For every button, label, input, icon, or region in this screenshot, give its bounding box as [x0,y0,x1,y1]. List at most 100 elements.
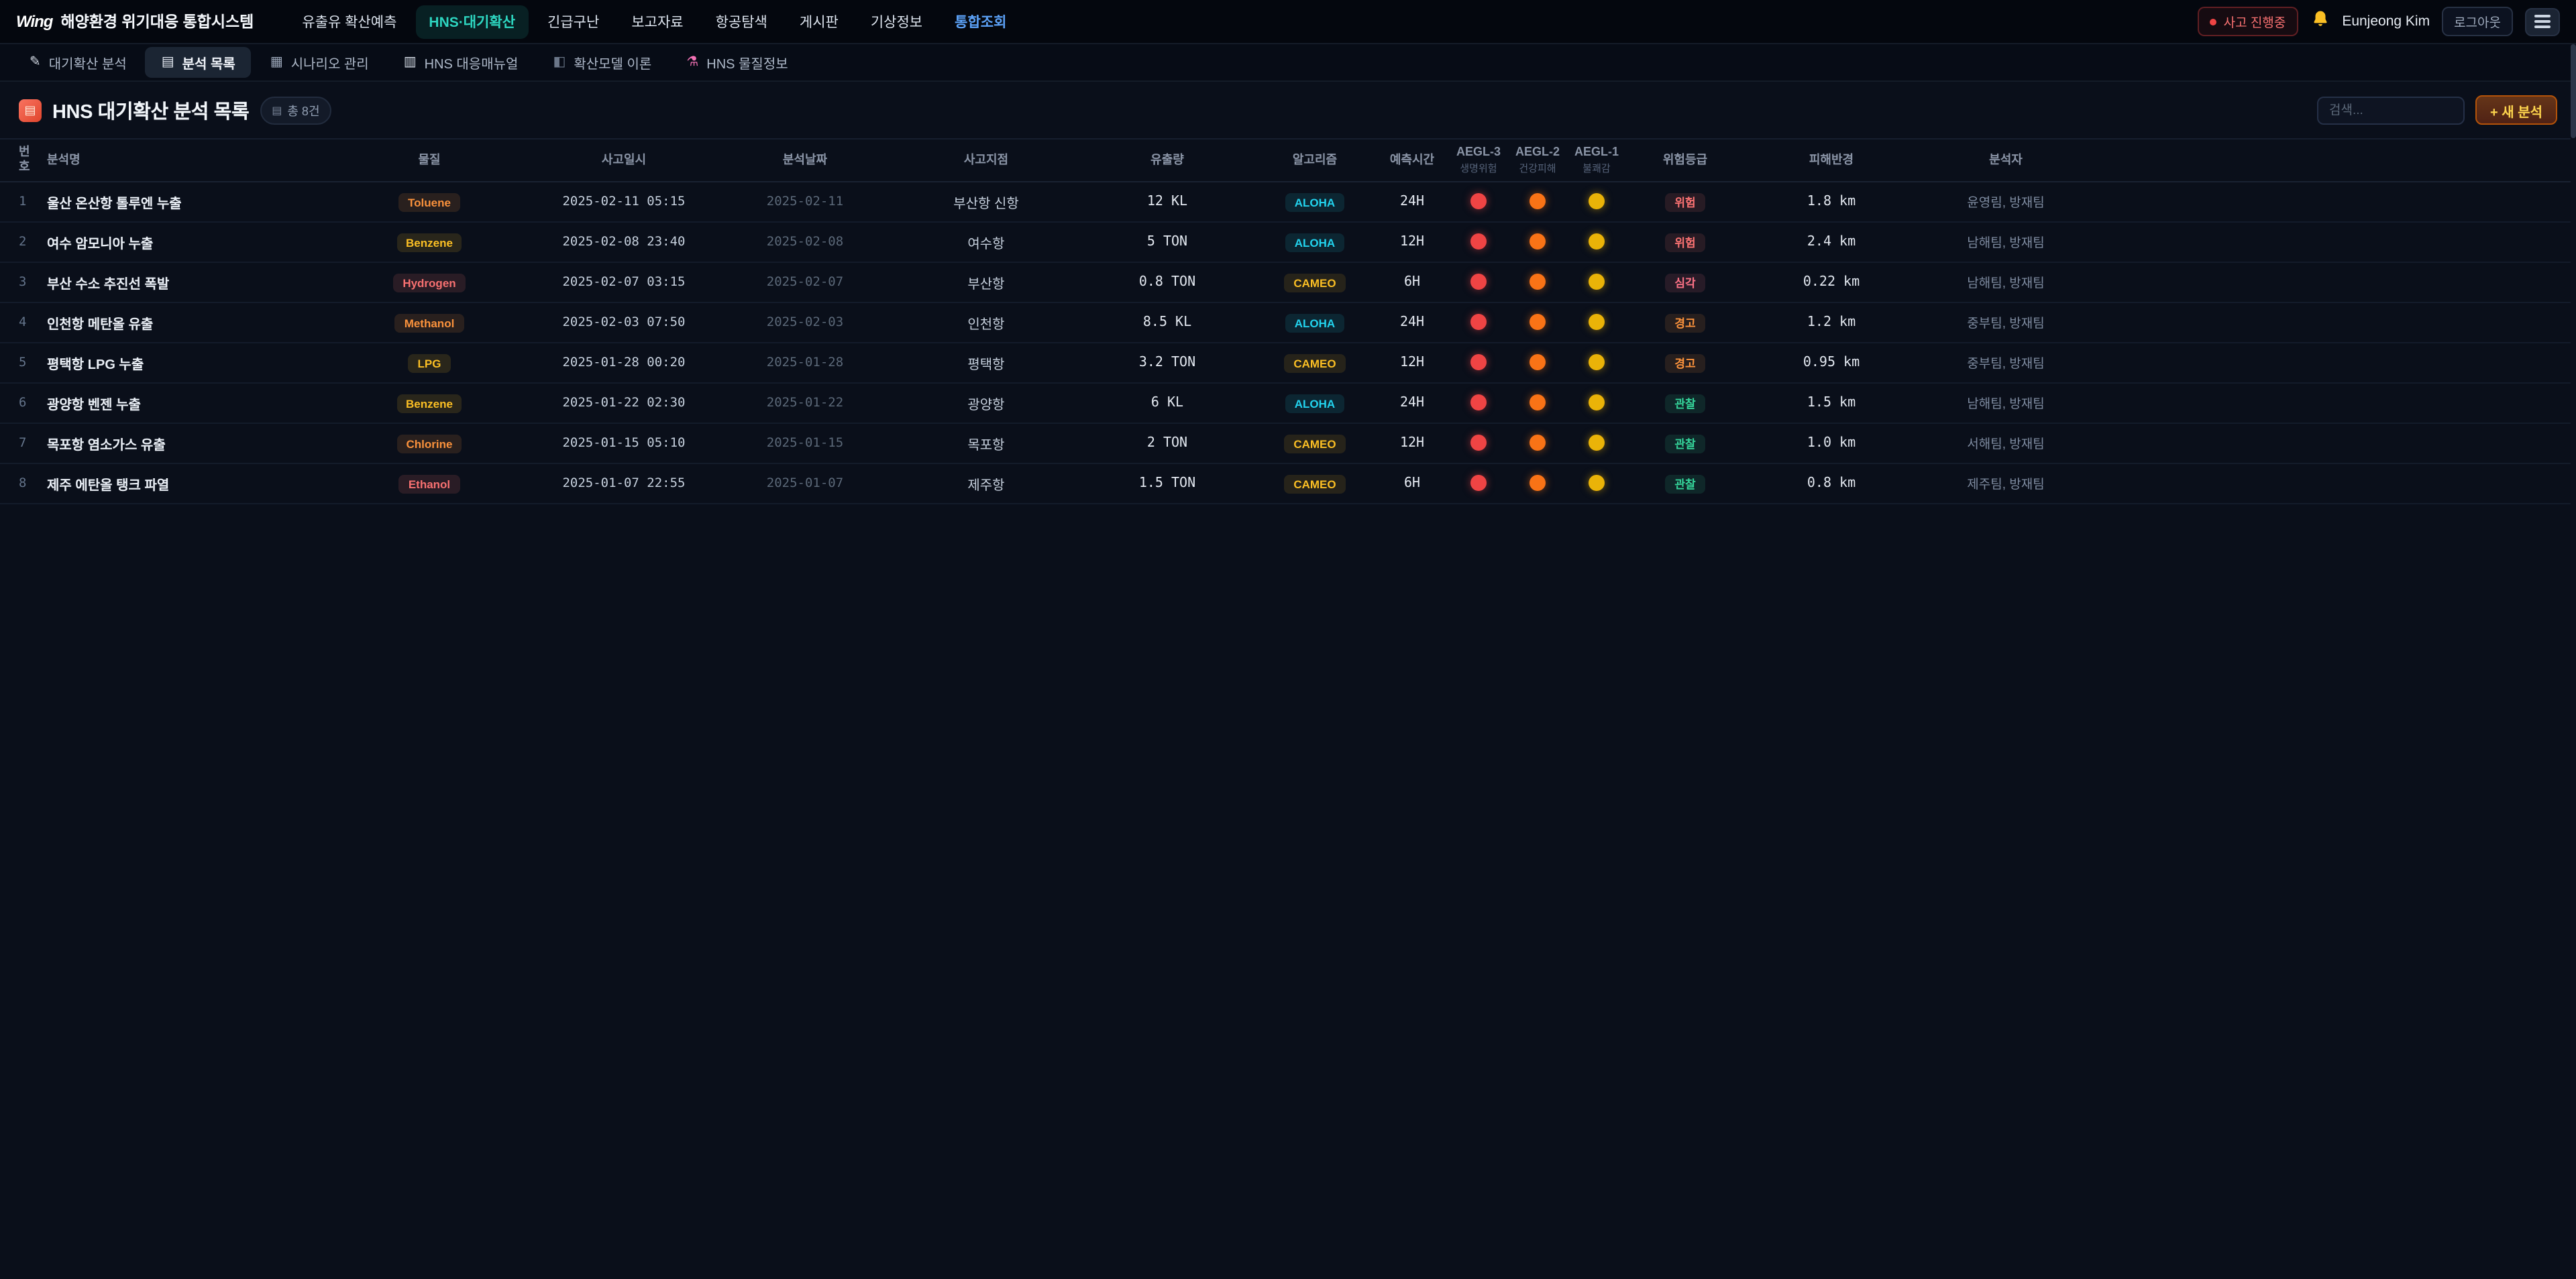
aegl3-indicator-dot [1470,354,1487,370]
page-header-actions: + 새 분석 [2317,95,2557,125]
tab[interactable]: ▤분석 목록 [146,47,252,78]
algorithm-cell: CAMEO [1254,270,1375,294]
algorithm-cell: CAMEO [1254,350,1375,374]
table-row[interactable]: 4인천항 메탄올 유출Methanol2025-02-03 07:502025-… [0,302,2576,343]
nav-item[interactable]: 유출유 확산예측 [288,5,410,38]
aegl3-indicator-dot [1470,193,1487,209]
substance-cell: Ethanol [329,471,530,495]
risk-grade-badge: 관찰 [1665,394,1705,413]
hamburger-menu-button[interactable] [2525,7,2560,36]
amount-cell: 0.8 TON [1080,274,1254,289]
radius-cell: 1.0 km [1744,435,1919,450]
amount-cell: 2 TON [1080,435,1254,450]
risk-grade-badge: 경고 [1665,314,1705,333]
analyst-cell: 윤영림, 방재팀 [1919,192,2093,211]
table-row[interactable]: 1울산 온산항 톨루엔 누출Toluene2025-02-11 05:15202… [0,182,2576,222]
column-label: 번호 [19,145,30,174]
aegl3-cell [1449,431,1508,455]
tab[interactable]: ◧확산모델 이론 [537,47,667,78]
tab[interactable]: ⚗HNS 물질정보 [670,47,804,78]
nav-item[interactable]: 기상정보 [857,5,936,38]
column-label: 분석명 [47,152,80,166]
analyst-cell: 남해팀, 방재팀 [1919,393,2093,412]
analysis-name-cell: 광양항 벤젠 누출 [40,392,329,412]
duration-cell: 12H [1375,355,1449,370]
analysis-date-cell: 2025-01-28 [718,355,892,370]
tab[interactable]: ✎대기확산 분석 [13,47,143,78]
column-header: 분석자 [1919,147,2093,173]
bell-icon [2310,9,2330,34]
scrollbar[interactable] [2571,44,2576,1279]
notification-bell-button[interactable] [2310,9,2330,34]
table-row[interactable]: 3부산 수소 추진선 폭발Hydrogen2025-02-07 03:15202… [0,262,2576,302]
algorithm-badge: ALOHA [1285,394,1344,413]
logout-button[interactable]: 로그아웃 [2442,7,2513,36]
column-label: AEGL-1 [1574,146,1619,159]
nav-item[interactable]: 게시판 [786,5,852,38]
table-row[interactable]: 2여수 암모니아 누출Benzene2025-02-08 23:402025-0… [0,222,2576,262]
clipboard-icon: ▤ [19,99,42,121]
tab[interactable]: ▥HNS 대응매뉴얼 [388,47,535,78]
duration-cell: 12H [1375,234,1449,249]
nav-item[interactable]: 통합조회 [941,5,1020,38]
incident-status-label: 사고 진행중 [2224,12,2286,31]
substance-badge: Methanol [395,314,464,333]
tab-label: 대기확산 분석 [49,52,127,72]
row-number-cell: 3 [0,274,40,289]
duration-cell: 12H [1375,435,1449,450]
column-label: 분석날짜 [783,152,827,166]
tab[interactable]: ▦ 시나리오 관리 [254,47,385,78]
table-row[interactable]: 5평택항 LPG 누출LPG2025-01-28 00:202025-01-28… [0,343,2576,383]
column-sublabel: 건강피해 [1511,162,1564,174]
nav-item[interactable]: 긴급구난 [534,5,612,38]
radius-cell: 0.95 km [1744,355,1919,370]
folder-icon: ▦ [270,56,283,69]
row-number-cell: 1 [0,194,40,209]
nav-item[interactable]: 항공탐색 [702,5,781,38]
nav-item[interactable]: HNS·대기확산 [415,5,529,38]
location-cell: 인천항 [892,312,1080,332]
aegl2-indicator-dot [1529,435,1546,451]
duration-cell: 24H [1375,194,1449,209]
duration-cell: 24H [1375,395,1449,410]
algorithm-cell: ALOHA [1254,189,1375,213]
substance-cell: Chlorine [329,431,530,455]
accident-datetime-cell: 2025-02-11 05:15 [530,194,718,209]
column-header: AEGL-1 불쾌감 [1567,140,1626,180]
aegl3-indicator-dot [1470,394,1487,410]
column-header: 사고일시 [530,147,718,173]
aegl3-cell [1449,270,1508,294]
risk-grade-cell: 관찰 [1626,431,1744,455]
row-number-cell: 2 [0,234,40,249]
aegl2-cell [1508,270,1567,294]
aegl2-cell [1508,189,1567,213]
row-number-cell: 7 [0,435,40,450]
analysis-date-cell: 2025-01-15 [718,435,892,450]
substance-badge: Ethanol [399,475,460,494]
column-header: 피해반경 [1744,147,1919,173]
table-row[interactable]: 7목포항 염소가스 유출Chlorine2025-01-15 05:102025… [0,423,2576,463]
app-root: Wing 해양환경 위기대응 통합시스템 유출유 확산예측HNS·대기확산긴급구… [0,0,2576,1279]
table-row[interactable]: 6광양항 벤젠 누출Benzene2025-01-22 02:302025-01… [0,383,2576,423]
table-row[interactable]: 8제주 에탄올 탱크 파열Ethanol2025-01-07 22:552025… [0,463,2576,504]
page-title: HNS 대기확산 분석 목록 [52,96,249,124]
analysis-name-cell: 여수 암모니아 누출 [40,231,329,252]
risk-grade-cell: 경고 [1626,310,1744,334]
analysis-date-cell: 2025-02-07 [718,274,892,289]
topbar-right: 사고 진행중 Eunjeong Kim 로그아웃 [2198,7,2560,36]
row-number-cell: 6 [0,395,40,410]
scrollbar-thumb[interactable] [2571,44,2576,138]
search-input[interactable] [2317,96,2465,124]
manual-icon: ▥ [404,56,417,69]
new-analysis-button[interactable]: + 새 분석 [2475,95,2557,125]
tab-label: 시나리오 관리 [291,52,369,72]
nav-item[interactable]: 보고자료 [618,5,696,38]
app-title: 해양환경 위기대응 통합시스템 [60,11,254,32]
page-header: ▤ HNS 대기확산 분석 목록 ▤ 총 8건 + 새 분석 [0,82,2576,138]
aegl3-cell [1449,350,1508,374]
app-logo[interactable]: Wing 해양환경 위기대응 통합시스템 [16,11,254,32]
tab-label: 분석 목록 [182,52,235,72]
column-sublabel: 불쾌감 [1570,162,1623,174]
substance-cell: Toluene [329,189,530,213]
accident-datetime-cell: 2025-01-28 00:20 [530,355,718,370]
